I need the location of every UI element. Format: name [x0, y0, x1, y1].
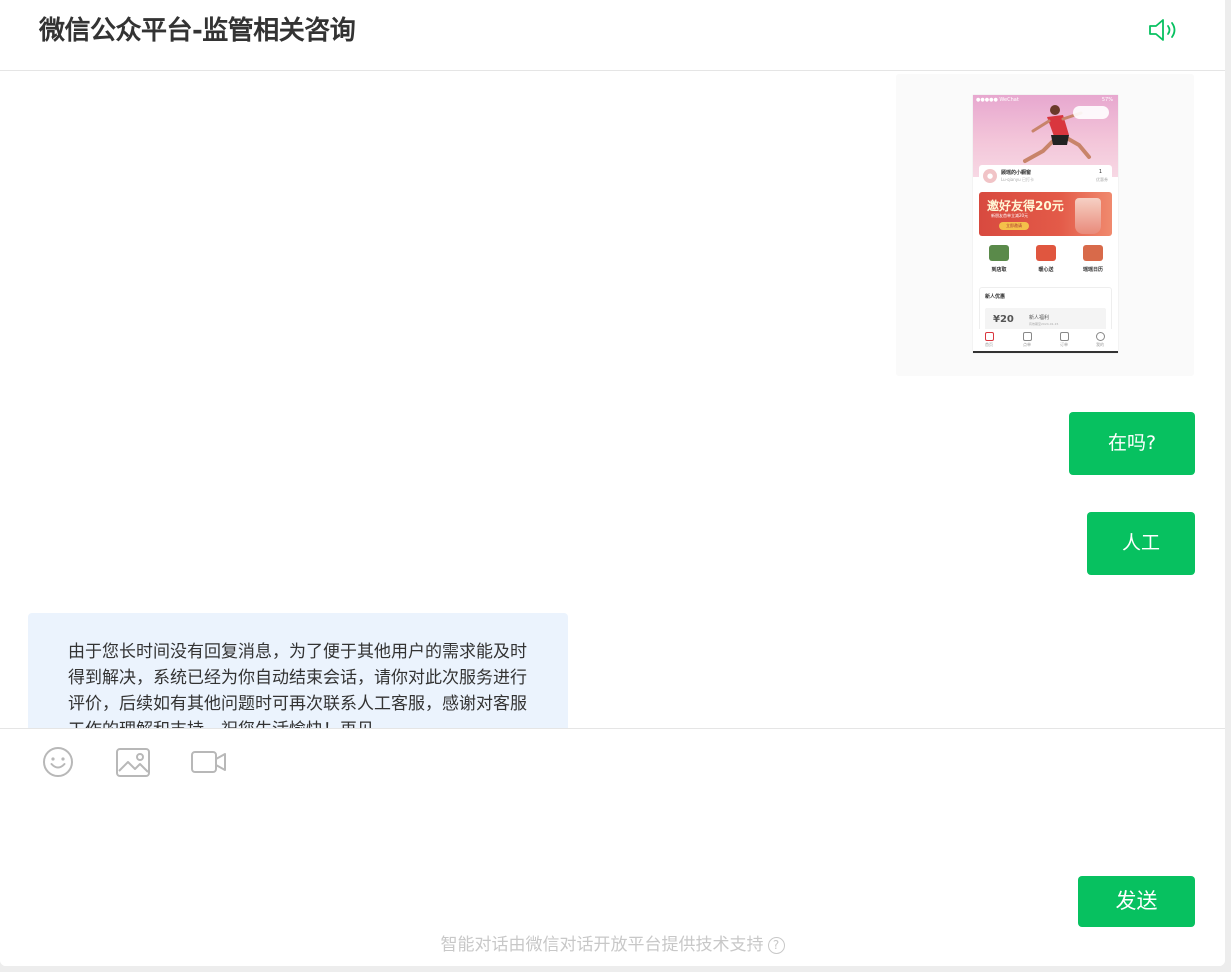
sent-message[interactable]: 人工 [1087, 512, 1195, 575]
avatar: ● [983, 169, 997, 183]
phone-tab-bar: 首页 点单 订单 我的 [973, 329, 1118, 353]
coupon-name: 新人福利 [1029, 315, 1050, 321]
cup-icon [989, 245, 1009, 261]
message-input[interactable] [30, 791, 1190, 871]
feature-label: 暖心送 [1038, 267, 1054, 273]
shared-screenshot: ●●●●● WeChat 57% ● 顾瑶的小橱窗 Lu-qianyu 已打卡 … [973, 95, 1118, 353]
status-battery: 57% [1101, 97, 1113, 103]
sent-message[interactable]: 在吗? [1069, 412, 1195, 475]
order-icon [1059, 332, 1069, 341]
page-title: 微信公众平台-监管相关咨询 [39, 16, 356, 46]
status-carrier: ●●●●● WeChat [976, 97, 1019, 103]
emoji-icon[interactable] [41, 745, 75, 779]
feature-label: 到店取 [991, 267, 1007, 273]
phone-tab: 点单 [1019, 332, 1035, 348]
scooter-icon [1036, 245, 1056, 261]
profile-icon [1095, 332, 1105, 341]
new-user-section: 新人优惠 ¥20 新人福利 有效期至2024-01-15 [979, 287, 1112, 335]
tab-label: 首页 [985, 342, 993, 347]
drink-cup-icon [1075, 198, 1101, 234]
calendar-icon [1083, 245, 1103, 261]
feature-delivery: 暖心送 [1031, 245, 1061, 273]
header: 微信公众平台-监管相关咨询 [0, 0, 1225, 71]
image-icon[interactable] [115, 745, 151, 779]
banner-sub: 新朋友首单立减20元 [991, 213, 1029, 218]
chat-window: 微信公众平台-监管相关咨询 ●●●●● WeChat 57% ● 顾瑶的小橱窗 … [0, 0, 1225, 966]
coupon-count: 1 [1098, 169, 1102, 175]
new-user-title: 新人优惠 [985, 294, 1006, 300]
user-sub: Lu-qianyu 已打卡 [1001, 177, 1034, 182]
send-button[interactable]: 发送 [1078, 876, 1195, 927]
composer: 发送 智能对话由微信对话开放平台提供技术支持? [0, 728, 1225, 966]
footer: 智能对话由微信对话开放平台提供技术支持? [0, 930, 1225, 955]
banner-button: 立即邀请 [999, 222, 1029, 230]
feature-calendar: 瑶瑶日历 [1078, 245, 1108, 273]
home-icon [984, 332, 994, 341]
coupon-count-label: 优惠券 [1096, 177, 1108, 182]
tab-label: 我的 [1096, 342, 1104, 347]
promo-banner: 邀好友得20元 新朋友首单立减20元 立即邀请 [979, 192, 1112, 236]
footer-text: 智能对话由微信对话开放平台提供技术支持 [440, 935, 764, 955]
image-message[interactable]: ●●●●● WeChat 57% ● 顾瑶的小橱窗 Lu-qianyu 已打卡 … [896, 74, 1194, 376]
user-name: 顾瑶的小橱窗 [1001, 170, 1032, 176]
feature-label: 瑶瑶日历 [1082, 267, 1103, 273]
speaker-icon[interactable] [1147, 16, 1181, 44]
user-card: ● 顾瑶的小橱窗 Lu-qianyu 已打卡 1 优惠券 [979, 165, 1112, 187]
coupon-date: 有效期至2024-01-15 [1029, 322, 1059, 326]
tab-label: 订单 [1060, 342, 1068, 347]
cup-icon [1022, 332, 1032, 341]
help-icon[interactable]: ? [767, 936, 785, 954]
feature-pickup: 到店取 [984, 245, 1014, 273]
phone-status-bar: ●●●●● WeChat 57% [973, 95, 1118, 104]
banner-title: 邀好友得20元 [987, 199, 1064, 213]
video-icon[interactable] [190, 745, 228, 779]
coupon-value: ¥20 [993, 314, 1014, 325]
miniapp-capsule [1073, 106, 1109, 119]
received-message[interactable]: 由于您长时间没有回复消息，为了便于其他用户的需求能及时得到解决，系统已经为你自动… [28, 613, 568, 728]
feature-icons: 到店取 暖心送 瑶瑶日历 [979, 241, 1112, 281]
phone-tab: 我的 [1092, 332, 1108, 348]
phone-tab: 首页 [981, 332, 997, 348]
phone-tab: 订单 [1056, 332, 1072, 348]
message-list[interactable]: ●●●●● WeChat 57% ● 顾瑶的小橱窗 Lu-qianyu 已打卡 … [0, 72, 1225, 728]
tab-label: 点单 [1023, 342, 1031, 347]
